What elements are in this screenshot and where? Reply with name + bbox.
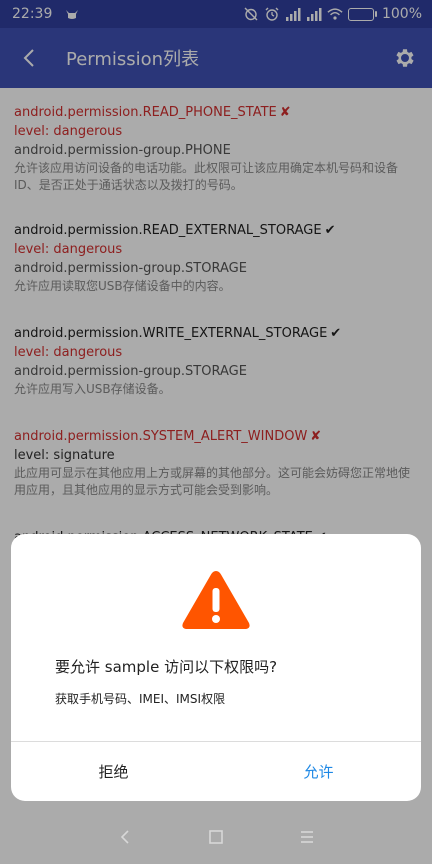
- nav-menu-icon: [300, 831, 313, 843]
- nav-back-icon: [121, 830, 129, 844]
- dialog-message: 获取手机号码、IMEI、IMSI权限: [55, 692, 226, 706]
- deny-button[interactable]: 拒绝: [11, 742, 216, 801]
- warning-icon: [182, 571, 250, 629]
- dialog-title: 要允许 sample 访问以下权限吗?: [55, 658, 278, 676]
- nav-home-icon: [209, 830, 223, 844]
- nav-menu-button[interactable]: [287, 817, 327, 857]
- navigation-bar: [0, 810, 432, 864]
- nav-back-button[interactable]: [105, 817, 145, 857]
- permission-dialog: 要允许 sample 访问以下权限吗? 获取手机号码、IMEI、IMSI权限 拒…: [11, 534, 421, 801]
- allow-button[interactable]: 允许: [216, 742, 421, 801]
- nav-home-button[interactable]: [196, 817, 236, 857]
